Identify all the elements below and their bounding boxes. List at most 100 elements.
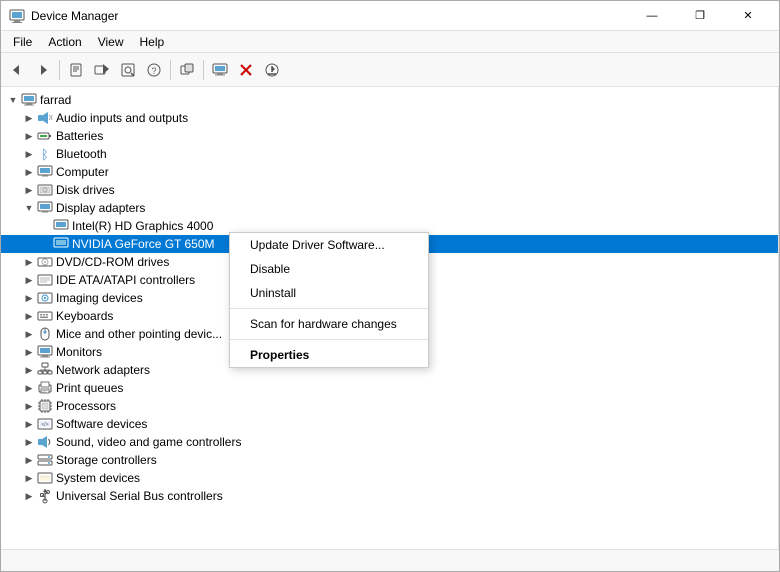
restore-button[interactable]: ❐ (677, 1, 723, 31)
menu-view[interactable]: View (90, 33, 132, 51)
bluetooth-expander[interactable]: ▶ (21, 145, 37, 163)
audio-icon: )))) (37, 110, 53, 126)
storage-label: Storage controllers (56, 453, 157, 467)
toolbar-download-button[interactable] (260, 58, 284, 82)
toolbar-monitor-button[interactable] (208, 58, 232, 82)
dvd-icon (37, 254, 53, 270)
imaging-label: Imaging devices (56, 291, 143, 305)
toolbar-remove-button[interactable] (234, 58, 258, 82)
toolbar-properties-button[interactable] (64, 58, 88, 82)
mice-expander[interactable]: ▶ (21, 325, 37, 343)
keyboards-expander[interactable]: ▶ (21, 307, 37, 325)
tree-item-batteries[interactable]: ▶ Batteries (1, 127, 778, 145)
status-bar (1, 549, 779, 571)
menu-help[interactable]: Help (132, 33, 173, 51)
storage-icon (37, 452, 53, 468)
toolbar-update-button[interactable] (90, 58, 114, 82)
nvidia-label: NVIDIA GeForce GT 650M (72, 237, 215, 251)
root-label: farrad (40, 93, 71, 107)
tree-item-print[interactable]: ▶ Print queues (1, 379, 778, 397)
monitor-icon (37, 344, 53, 360)
toolbar-forward-button[interactable] (31, 58, 55, 82)
audio-label: Audio inputs and outputs (56, 111, 188, 125)
title-bar: Device Manager — ❐ ✕ (1, 1, 779, 31)
audio-expander[interactable]: ▶ (21, 109, 37, 127)
toolbar-sep-1 (59, 60, 60, 80)
network-icon (37, 362, 53, 378)
keyboard-icon (37, 308, 53, 324)
network-expander[interactable]: ▶ (21, 361, 37, 379)
keyboards-label: Keyboards (56, 309, 113, 323)
usb-label: Universal Serial Bus controllers (56, 489, 223, 503)
software-label: Software devices (56, 417, 147, 431)
tree-item-storage[interactable]: ▶ Storage controllers (1, 451, 778, 469)
root-expander[interactable]: ▼ (5, 91, 21, 109)
tree-item-computer[interactable]: ▶ Computer (1, 163, 778, 181)
minimize-button[interactable]: — (629, 1, 675, 31)
toolbar-scan-button[interactable] (116, 58, 140, 82)
tree-item-system[interactable]: ▶ System devices (1, 469, 778, 487)
toolbar-show-hidden-button[interactable] (175, 58, 199, 82)
context-update-driver[interactable]: Update Driver Software... (230, 233, 428, 257)
disk-icon (37, 182, 53, 198)
tree-item-display[interactable]: ▼ Display adapters (1, 199, 778, 217)
battery-icon (37, 128, 53, 144)
storage-expander[interactable]: ▶ (21, 451, 37, 469)
nvidia-icon (53, 236, 69, 252)
intel-label: Intel(R) HD Graphics 4000 (72, 219, 213, 233)
window-title: Device Manager (31, 9, 629, 23)
toolbar-back-button[interactable] (5, 58, 29, 82)
disk-expander[interactable]: ▶ (21, 181, 37, 199)
toolbar: ? (1, 53, 779, 87)
bluetooth-icon: ᛒ (37, 146, 53, 162)
tree-item-disk[interactable]: ▶ Disk drives (1, 181, 778, 199)
tree-item-audio[interactable]: ▶ )))) Audio inputs and outputs (1, 109, 778, 127)
svg-text:)))): )))) (49, 115, 53, 121)
context-menu: Update Driver Software... Disable Uninst… (229, 232, 429, 368)
menu-action[interactable]: Action (40, 33, 89, 51)
batteries-label: Batteries (56, 129, 103, 143)
processors-expander[interactable]: ▶ (21, 397, 37, 415)
system-expander[interactable]: ▶ (21, 469, 37, 487)
computer-tree-icon (37, 164, 53, 180)
system-icon (37, 470, 53, 486)
monitors-label: Monitors (56, 345, 102, 359)
mice-label: Mice and other pointing devic... (56, 327, 222, 341)
sound-icon (37, 434, 53, 450)
computer-expander[interactable]: ▶ (21, 163, 37, 181)
processors-label: Processors (56, 399, 116, 413)
mouse-icon (37, 326, 53, 342)
dvd-expander[interactable]: ▶ (21, 253, 37, 271)
tree-item-usb[interactable]: ▶ Universal Serial Bus controllers (1, 487, 778, 505)
intel-icon (53, 218, 69, 234)
print-label: Print queues (56, 381, 123, 395)
tree-item-processors[interactable]: ▶ (1, 397, 778, 415)
ide-expander[interactable]: ▶ (21, 271, 37, 289)
tree-item-sound[interactable]: ▶ Sound, video and game controllers (1, 433, 778, 451)
device-manager-window: Device Manager — ❐ ✕ File Action View He… (0, 0, 780, 572)
print-icon (37, 380, 53, 396)
imaging-expander[interactable]: ▶ (21, 289, 37, 307)
toolbar-help-button[interactable]: ? (142, 58, 166, 82)
context-scan[interactable]: Scan for hardware changes (230, 312, 428, 336)
context-properties[interactable]: Properties (230, 343, 428, 367)
usb-expander[interactable]: ▶ (21, 487, 37, 505)
tree-item-bluetooth[interactable]: ▶ ᛒ Bluetooth (1, 145, 778, 163)
context-disable[interactable]: Disable (230, 257, 428, 281)
network-label: Network adapters (56, 363, 150, 377)
software-expander[interactable]: ▶ (21, 415, 37, 433)
bluetooth-label: Bluetooth (56, 147, 107, 161)
menu-file[interactable]: File (5, 33, 40, 51)
context-uninstall[interactable]: Uninstall (230, 281, 428, 305)
window-controls: — ❐ ✕ (629, 1, 771, 31)
toolbar-sep-3 (203, 60, 204, 80)
tree-root[interactable]: ▼ farrad (1, 91, 778, 109)
display-expander[interactable]: ▼ (21, 199, 37, 217)
monitors-expander[interactable]: ▶ (21, 343, 37, 361)
tree-item-software[interactable]: ▶ </> Software devices (1, 415, 778, 433)
batteries-expander[interactable]: ▶ (21, 127, 37, 145)
close-button[interactable]: ✕ (725, 1, 771, 31)
sound-expander[interactable]: ▶ (21, 433, 37, 451)
print-expander[interactable]: ▶ (21, 379, 37, 397)
svg-text:ᛒ: ᛒ (41, 147, 49, 162)
